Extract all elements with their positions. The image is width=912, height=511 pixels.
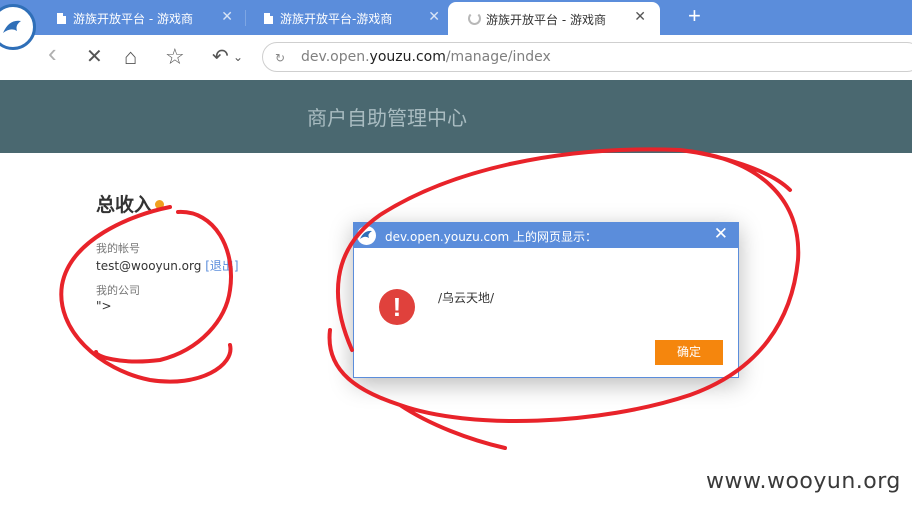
- red-annotation-circles: [59, 147, 801, 450]
- watermark: www.wooyun.org: [706, 469, 901, 494]
